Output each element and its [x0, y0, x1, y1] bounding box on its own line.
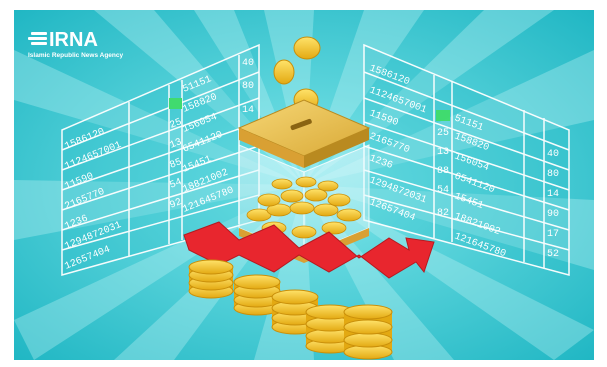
coin-icon	[273, 59, 295, 85]
left-edge-3: 14	[242, 105, 254, 116]
logo-brand: IRNA	[49, 29, 98, 51]
logo-tagline: Islamic Republic News Agency	[28, 52, 124, 59]
illustration-frame: IRNA Islamic Republic News Agency 158612…	[14, 10, 594, 360]
right-snum-2: 13	[437, 147, 449, 158]
left-edge-2: 80	[242, 81, 254, 92]
left-highlight-cell	[169, 98, 182, 109]
right-snum-4: 54	[437, 185, 449, 196]
coin-stack-5	[343, 304, 393, 360]
right-snum-3: 88	[437, 166, 449, 177]
right-edge-2: 80	[547, 169, 559, 180]
right-highlight-cell	[436, 110, 450, 121]
right-edge-3: 14	[547, 189, 559, 200]
right-edge-1: 40	[547, 149, 559, 160]
right-snum-5: 82	[437, 208, 449, 219]
economy-illustration: IRNA Islamic Republic News Agency 158612…	[14, 10, 594, 360]
left-edge-1: 40	[242, 58, 254, 69]
right-edge-5: 17	[547, 229, 559, 240]
right-snum-1: 25	[437, 128, 449, 139]
coin-stack-1	[188, 259, 234, 299]
right-edge-4: 90	[547, 209, 559, 220]
coin-icon	[293, 36, 321, 60]
right-edge-6: 52	[547, 249, 559, 260]
